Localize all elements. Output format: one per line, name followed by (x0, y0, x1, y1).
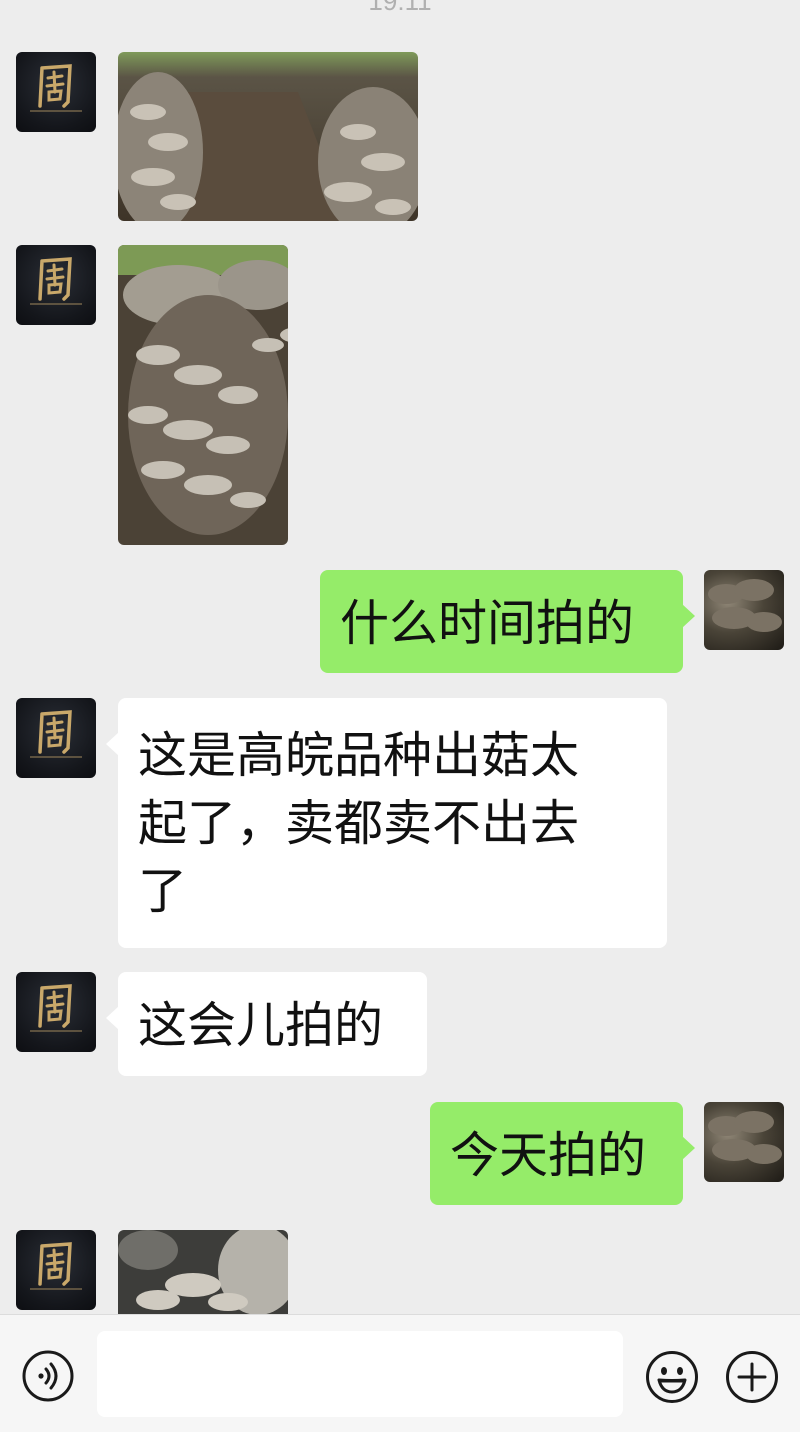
logo-glyph (38, 64, 72, 108)
contact-avatar[interactable] (16, 245, 96, 325)
logo-glyph (38, 984, 72, 1028)
contact-avatar[interactable] (16, 698, 96, 778)
contact-avatar[interactable] (16, 972, 96, 1052)
status-time: 19:11 (368, 0, 432, 16)
voice-icon[interactable] (22, 1350, 74, 1402)
message-image-mushrooms[interactable] (118, 1230, 288, 1314)
my-avatar[interactable] (704, 570, 784, 650)
message-image-oyster-cluster[interactable] (118, 245, 288, 545)
message-bubble-sent[interactable]: 今天拍的 (430, 1102, 695, 1205)
logo-glyph (38, 1242, 72, 1286)
message-input[interactable] (97, 1331, 623, 1417)
plus-icon[interactable] (725, 1350, 779, 1404)
input-bar (0, 1314, 800, 1432)
logo-glyph (38, 257, 72, 301)
message-image-mushroom-logs[interactable] (118, 52, 418, 221)
contact-avatar[interactable] (16, 52, 96, 132)
contact-avatar[interactable] (16, 1230, 96, 1310)
emoji-icon[interactable] (645, 1350, 699, 1404)
message-bubble-sent[interactable]: 什么时间拍的 (320, 570, 695, 673)
logo-glyph (38, 710, 72, 754)
message-bubble-received[interactable]: 这会儿拍的 (106, 972, 427, 1076)
my-avatar[interactable] (704, 1102, 784, 1182)
message-bubble-received[interactable]: 这是高皖品种出菇太 起了，卖都卖不出去 了 (106, 698, 667, 948)
